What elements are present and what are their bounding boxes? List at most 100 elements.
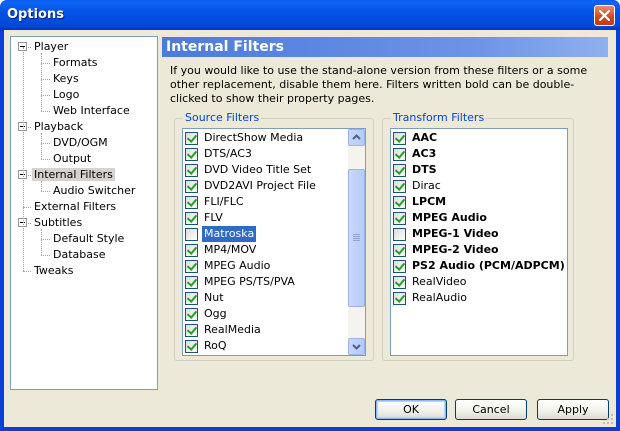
source-filter-item-label: Nut — [204, 291, 224, 304]
scroll-thumb[interactable] — [348, 168, 365, 307]
tree-item-formats[interactable]: Formats — [51, 55, 100, 71]
transform-filters-list[interactable]: RealAudio RealVideo PS2 Audio (PCM/ADPCM) M… — [390, 128, 568, 356]
tree-item-keys[interactable]: Keys — [51, 71, 81, 87]
source-filter-item-label: DVD Video Title Set — [204, 163, 312, 176]
tree-item-label: Formats — [53, 56, 98, 69]
tree-item-tweaks[interactable]: Tweaks — [32, 263, 76, 279]
dialog-client-area: Player Formats Keys Logo Web Interface Playba… — [4, 30, 616, 427]
tree-item-audio-switcher[interactable]: Audio Switcher — [51, 183, 137, 199]
tree-item-internal-filters[interactable]: Internal Filters — [32, 167, 115, 183]
checkbox[interactable] — [393, 164, 406, 177]
transform-filter-item-label: AAC — [412, 131, 438, 144]
source-scrollbar[interactable] — [348, 129, 365, 355]
checkbox[interactable] — [393, 196, 406, 209]
scroll-up-button[interactable] — [348, 129, 365, 146]
checkbox[interactable] — [185, 308, 198, 321]
transform-filter-item-label: MPEG-1 Video — [412, 227, 499, 240]
source-filters-group: Source Filters RoQ RealMedia Ogg Nut MPEG PS… — [174, 111, 374, 361]
tree-item-output[interactable]: Output — [51, 151, 93, 167]
checkbox[interactable] — [393, 292, 406, 305]
tree-item-external-filters[interactable]: External Filters — [32, 199, 118, 215]
transform-filter-item-label: MPEG-2 Video — [412, 243, 499, 256]
transform-filter-item-label: Dirac — [412, 179, 441, 192]
checkbox[interactable] — [185, 164, 198, 177]
tree-item-label: Output — [53, 152, 92, 165]
tree-item-subtitles[interactable]: Subtitles — [32, 215, 84, 231]
source-filter-item-label: DTS/AC3 — [204, 147, 252, 160]
transform-filter-item-label: RealVideo — [412, 275, 467, 288]
tree-item-web-interface[interactable]: Web Interface — [51, 103, 132, 119]
checkbox[interactable] — [185, 132, 198, 145]
checkbox[interactable] — [393, 244, 406, 257]
source-filter-item-label: MP4/MOV — [204, 243, 257, 256]
checkbox[interactable] — [185, 180, 198, 193]
tree-item-label: Default Style — [53, 232, 125, 245]
tree-item-logo[interactable]: Logo — [51, 87, 81, 103]
checkbox[interactable] — [185, 244, 198, 257]
transform-filter-item-label: LPCM — [412, 195, 447, 208]
transform-filters-title: Transform Filters — [391, 111, 487, 124]
checkbox[interactable] — [185, 324, 198, 337]
tree-item-dvd-ogm[interactable]: DVD/OGM — [51, 135, 110, 151]
transform-filter-item-label: RealAudio — [412, 291, 467, 304]
checkbox[interactable] — [185, 292, 198, 305]
scroll-down-button[interactable] — [348, 338, 365, 355]
transform-filter-item-label: AC3 — [412, 147, 437, 160]
source-filter-item-label: RoQ — [204, 339, 227, 352]
tree-item-player[interactable]: Player — [32, 39, 70, 55]
checkbox[interactable] — [393, 260, 406, 273]
source-filter-item-label: MPEG PS/TS/PVA — [204, 275, 295, 288]
tree-item-playback[interactable]: Playback — [32, 119, 85, 135]
tree-item-label: Subtitles — [34, 216, 83, 229]
tree-item-database[interactable]: Database — [51, 247, 108, 263]
checkbox[interactable] — [185, 228, 198, 241]
close-button[interactable] — [594, 5, 615, 26]
tree-item-label: Database — [53, 248, 106, 261]
options-tree[interactable]: Player Formats Keys Logo Web Interface Playba… — [10, 36, 158, 390]
cancel-button[interactable]: Cancel — [455, 399, 527, 420]
checkbox[interactable] — [185, 148, 198, 161]
tree-item-label: Web Interface — [53, 104, 130, 117]
tree-item-label: Keys — [53, 72, 79, 85]
source-filters-list[interactable]: RoQ RealMedia Ogg Nut MPEG PS/TS/PVA MPEG Aud… — [182, 128, 366, 356]
tree-item-default-style[interactable]: Default Style — [51, 231, 126, 247]
tree-item-label: DVD/OGM — [53, 136, 108, 149]
source-filter-item-label: RealMedia — [204, 323, 261, 336]
tree-item-label: Playback — [34, 120, 84, 133]
source-filter-item-label: Matroska — [202, 226, 257, 242]
tree-item-label: Tweaks — [34, 264, 74, 277]
tree-item-label: Logo — [53, 88, 80, 101]
ok-button[interactable]: OK — [375, 399, 447, 420]
checkbox[interactable] — [185, 196, 198, 209]
source-filter-item-label: DVD2AVI Project File — [204, 179, 316, 192]
checkbox[interactable] — [393, 212, 406, 225]
transform-filter-item-label: MPEG Audio — [412, 211, 487, 224]
checkbox[interactable] — [185, 276, 198, 289]
close-icon — [598, 9, 611, 22]
checkbox[interactable] — [393, 276, 406, 289]
checkbox[interactable] — [393, 132, 406, 145]
chevron-up-icon — [352, 134, 361, 140]
source-filter-item-label: FLV — [204, 211, 223, 224]
transform-filters-group: Transform Filters RealAudio RealVideo PS2 … — [382, 111, 574, 361]
title-bar[interactable]: Options — [0, 0, 620, 30]
tree-item-label: Internal Filters — [32, 168, 115, 181]
window-title: Options — [7, 7, 64, 22]
options-window: Options Player Formats Keys Logo Web Interfa… — [0, 0, 620, 431]
source-filters-title: Source Filters — [183, 111, 262, 124]
tree-item-label: Player — [34, 40, 69, 53]
tree-item-label: External Filters — [34, 200, 117, 213]
transform-filter-item-label: DTS — [412, 163, 437, 176]
resize-grip-icon[interactable] — [602, 413, 614, 425]
source-filter-item-label: DirectShow Media — [204, 131, 304, 144]
checkbox[interactable] — [185, 212, 198, 225]
checkbox[interactable] — [185, 260, 198, 273]
checkbox[interactable] — [185, 340, 198, 353]
chevron-down-icon — [352, 344, 361, 350]
checkbox[interactable] — [393, 228, 406, 241]
source-filter-item-label: FLI/FLC — [204, 195, 244, 208]
checkbox[interactable] — [393, 180, 406, 193]
apply-button[interactable]: Apply — [537, 399, 609, 420]
checkbox[interactable] — [393, 148, 406, 161]
source-filter-item-label: MPEG Audio — [204, 259, 271, 272]
